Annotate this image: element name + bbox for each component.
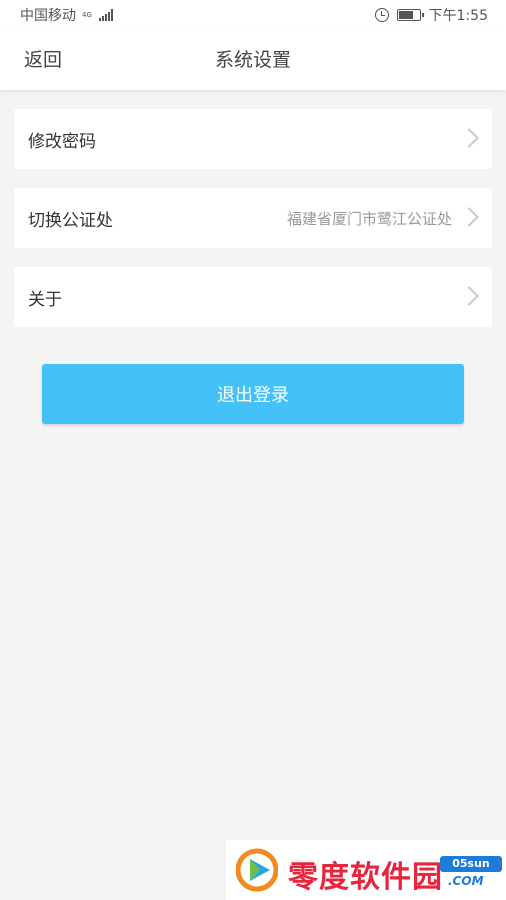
settings-item-label: 关于 <box>28 289 62 310</box>
alarm-icon <box>374 8 389 22</box>
watermark-badge: 05sun <box>440 856 502 872</box>
chevron-right-icon <box>459 207 479 227</box>
chevron-right-icon <box>459 128 479 148</box>
signal-icon <box>98 9 113 21</box>
status-right: 下午1:55 <box>374 5 488 25</box>
settings-item-switch-notary[interactable]: 切换公证处 福建省厦门市鹭江公证处 <box>14 188 492 248</box>
settings-item-label: 修改密码 <box>28 131 96 152</box>
settings-item-label: 切换公证处 <box>28 210 113 231</box>
carrier-name: 中国移动 <box>20 8 76 24</box>
battery-icon <box>396 9 424 21</box>
watermark-text: 零度软件园 <box>288 860 443 895</box>
settings-item-change-password[interactable]: 修改密码 <box>14 109 492 169</box>
settings-item-about[interactable]: 关于 <box>14 267 492 327</box>
logout-button[interactable]: 退出登录 <box>42 364 464 424</box>
watermark: 零度软件园 05sun .COM <box>226 840 506 900</box>
nav-bar: 返回 系统设置 <box>0 30 506 90</box>
watermark-domain: .COM <box>448 874 484 888</box>
status-time: 下午1:55 <box>428 8 488 24</box>
status-bar: 中国移动 4G 下午1:55 <box>0 0 506 30</box>
current-notary-value: 福建省厦门市鹭江公证处 <box>286 209 452 228</box>
network-type: 4G <box>82 10 92 19</box>
chevron-right-icon <box>459 286 479 306</box>
play-logo-icon <box>236 848 278 892</box>
status-left: 中国移动 4G <box>20 5 113 25</box>
page-title: 系统设置 <box>214 49 291 71</box>
